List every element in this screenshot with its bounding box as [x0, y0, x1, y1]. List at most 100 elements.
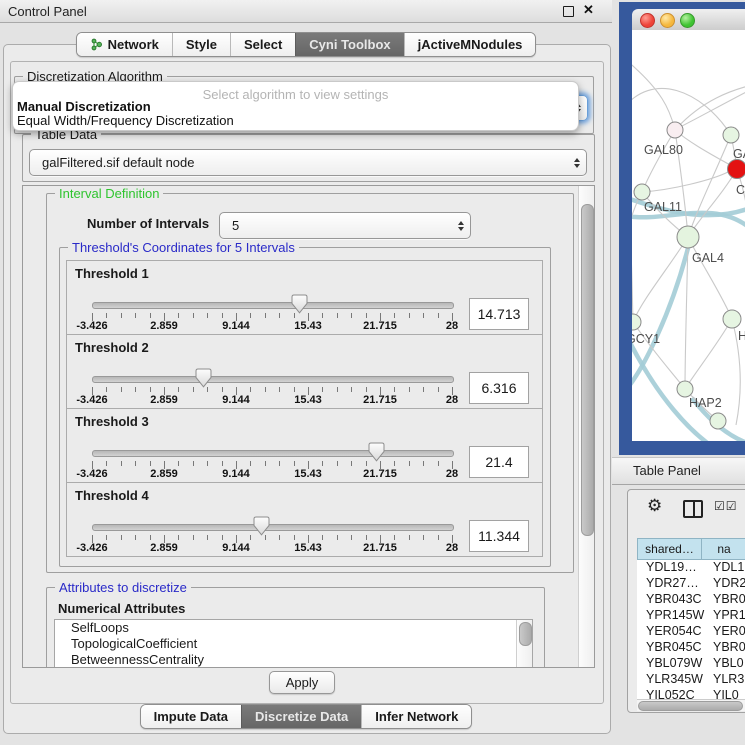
slider-scale-label: 2.859: [150, 394, 178, 406]
slider-tick: [337, 387, 338, 392]
table-row[interactable]: YPR145WYPR1: [637, 608, 745, 624]
threshold-value-field[interactable]: 14.713: [469, 298, 529, 330]
threshold-value-field[interactable]: 11.344: [469, 520, 529, 552]
network-edge[interactable]: [642, 172, 728, 192]
table-row[interactable]: YDL19…YDL1: [637, 560, 745, 576]
tab-impute-data[interactable]: Impute Data: [141, 705, 241, 728]
slider-tick: [250, 461, 251, 466]
slider-scale-label: -3.426: [76, 542, 107, 554]
algorithm-option-manual-discretization[interactable]: Manual Discretization: [16, 99, 575, 114]
node-right-h[interactable]: [723, 310, 741, 328]
slider-scale-label: 28: [446, 394, 458, 406]
node-gcy1[interactable]: [632, 314, 641, 330]
tab-label: Select: [244, 37, 282, 52]
minimize-traffic-light-icon[interactable]: [660, 13, 675, 28]
slider-tick: [438, 535, 439, 540]
slider-tick: [265, 313, 266, 318]
tab-network[interactable]: Network: [77, 33, 172, 56]
attribute-item-selfloops[interactable]: SelfLoops: [55, 620, 532, 636]
node-gal4[interactable]: [677, 226, 699, 248]
node-gal4-label: GAL4: [692, 251, 724, 265]
network-edge[interactable]: [688, 135, 731, 237]
attributes-scrollbar[interactable]: [516, 620, 532, 668]
threshold-value-field[interactable]: 21.4: [469, 446, 529, 478]
network-edge[interactable]: [642, 130, 675, 192]
tab-discretize-data[interactable]: Discretize Data: [241, 705, 361, 728]
cell-shared-name: YPR145W: [637, 608, 708, 624]
network-edge[interactable]: [632, 192, 642, 322]
numerical-attributes-list[interactable]: SelfLoopsTopologicalCoefficientBetweenne…: [54, 619, 533, 668]
slider-thumb[interactable]: [253, 516, 270, 536]
tab-jactivemnodules[interactable]: jActiveMNodules: [404, 33, 536, 56]
table-row[interactable]: YBR045CYBR0: [637, 640, 745, 656]
table-row[interactable]: YBL079WYBL0: [637, 656, 745, 672]
slider-thumb[interactable]: [368, 442, 385, 462]
table-row[interactable]: YIL052CYIL0: [637, 688, 745, 699]
slider-tick: [150, 387, 151, 392]
node-gal11[interactable]: [634, 184, 650, 200]
node-top-right[interactable]: [723, 127, 739, 143]
slider-scale-label: 28: [446, 320, 458, 332]
table-header: shared…na: [637, 538, 745, 560]
tab-infer-network[interactable]: Infer Network: [361, 705, 471, 728]
table-data-combobox[interactable]: galFiltered.sif default node: [29, 149, 587, 176]
algorithm-option-equal-width-frequency-discretization[interactable]: Equal Width/Frequency Discretization: [16, 113, 575, 128]
table-row[interactable]: YBR043CYBR0: [637, 592, 745, 608]
settings-scrollbar[interactable]: [578, 186, 594, 667]
select-columns-icon[interactable]: ☑☑: [714, 499, 738, 513]
network-edge[interactable]: [688, 237, 732, 319]
table-hscrollbar[interactable]: [637, 699, 745, 711]
network-window-titlebar[interactable]: [632, 9, 745, 31]
thresholds-title: Threshold's Coordinates for 5 Intervals: [68, 240, 299, 255]
zoom-traffic-light-icon[interactable]: [680, 13, 695, 28]
gear-icon[interactable]: ⚙: [647, 496, 662, 516]
cell-name: YPR1: [708, 608, 745, 624]
slider-thumb[interactable]: [195, 368, 212, 388]
scrollbar-thumb[interactable]: [519, 622, 532, 646]
table-row[interactable]: YLR345WYLR3: [637, 672, 745, 688]
slider-tick: [423, 535, 424, 540]
node-bottom[interactable]: [710, 413, 726, 429]
network-edge[interactable]: [685, 319, 732, 389]
threshold-slider-2[interactable]: -3.4262.8599.14415.4321.71528: [92, 335, 452, 408]
network-edge[interactable]: [632, 150, 633, 322]
network-edge[interactable]: [688, 169, 737, 237]
slider-tick: [423, 313, 424, 318]
column-view-icon[interactable]: [683, 500, 703, 518]
table-row[interactable]: YER054CYER0: [637, 624, 745, 640]
column-header-shared-[interactable]: shared…: [637, 538, 701, 560]
scrollbar-thumb[interactable]: [638, 701, 743, 711]
tab-select[interactable]: Select: [230, 33, 295, 56]
tab-style[interactable]: Style: [172, 33, 230, 56]
apply-button[interactable]: Apply: [269, 671, 335, 694]
slider-tick: [250, 313, 251, 318]
slider-tick: [222, 313, 223, 318]
attribute-item-betweennesscentrality[interactable]: BetweennessCentrality: [55, 652, 532, 668]
close-traffic-light-icon[interactable]: [640, 13, 655, 28]
tab-cyni-toolbox[interactable]: Cyni Toolbox: [295, 33, 403, 56]
node-gal80[interactable]: [667, 122, 683, 138]
network-canvas[interactable]: GAL80GACGAL11GAL4GCY1HHAP2: [632, 30, 745, 441]
threshold-slider-3[interactable]: -3.4262.8599.14415.4321.71528: [92, 409, 452, 482]
node-hap2[interactable]: [677, 381, 693, 397]
slider-tick: [294, 461, 295, 466]
slider-scale-label: 21.715: [363, 394, 397, 406]
slider-scale-label: 9.144: [222, 542, 250, 554]
float-window-icon[interactable]: [563, 6, 574, 17]
close-icon[interactable]: ✕: [583, 2, 594, 18]
threshold-value-field[interactable]: 6.316: [469, 372, 529, 404]
slider-thumb[interactable]: [291, 294, 308, 314]
node-red[interactable]: [728, 160, 745, 179]
scrollbar-thumb[interactable]: [581, 204, 594, 536]
threshold-slider-4[interactable]: -3.4262.8599.14415.4321.71528: [92, 483, 452, 556]
slider-tick: [409, 535, 410, 540]
column-header-na[interactable]: na: [701, 538, 745, 560]
slider-tick: [250, 535, 251, 540]
slider-tick: [337, 535, 338, 540]
slider-tick: [279, 387, 280, 392]
number-of-intervals-combobox[interactable]: 5: [219, 212, 471, 239]
threshold-slider-1[interactable]: -3.4262.8599.14415.4321.71528: [92, 261, 452, 334]
attribute-item-topologicalcoefficient[interactable]: TopologicalCoefficient: [55, 636, 532, 652]
network-edge[interactable]: [675, 85, 745, 130]
table-row[interactable]: YDR27…YDR2: [637, 576, 745, 592]
